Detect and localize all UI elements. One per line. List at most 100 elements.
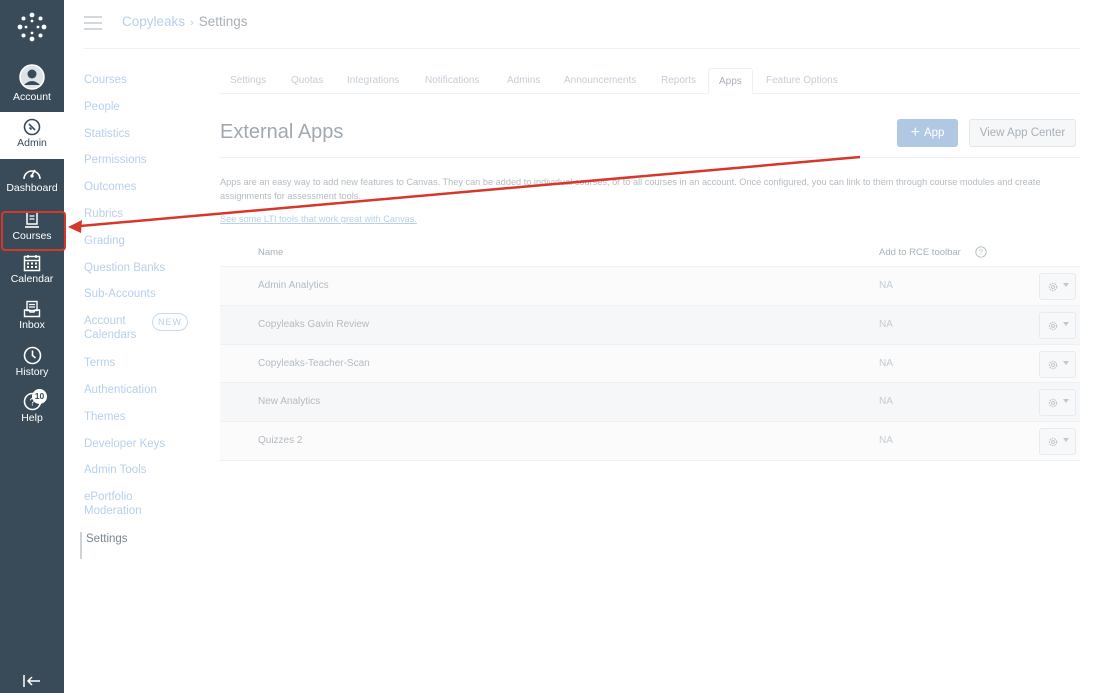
nav-history-label: History <box>15 366 49 378</box>
nav-admin[interactable]: Admin <box>0 112 64 159</box>
app-name: Copyleaks-Teacher-Scan <box>258 357 370 369</box>
header-divider <box>84 48 1080 49</box>
add-app-button[interactable]: + App <box>897 119 958 147</box>
tab-admins[interactable]: Admins <box>497 68 550 94</box>
table-row: Copyleaks-Teacher-Scan NA <box>220 344 1080 384</box>
chevron-down-icon <box>1063 360 1069 365</box>
tab-feature-options[interactable]: Feature Options <box>756 68 848 94</box>
nav-calendar[interactable]: Calendar <box>0 254 64 285</box>
table-header: Name Add to RCE toolbar ? <box>220 238 1080 267</box>
app-name: Admin Analytics <box>258 280 329 291</box>
breadcrumb-current: Settings <box>198 14 248 29</box>
app-name: Quizzes 2 <box>258 435 303 447</box>
app-settings-menu-button[interactable] <box>1039 350 1076 378</box>
nav-history[interactable]: History <box>0 346 64 378</box>
nav-dashboard-label: Dashboard <box>6 182 58 194</box>
nav-help[interactable]: ? 10 Help <box>0 389 64 424</box>
nav-courses-label: Courses <box>12 230 52 242</box>
table-body: Admin Analytics NA Copyleaks Gavin Review N… <box>220 267 1080 461</box>
nav-courses[interactable]: Courses <box>0 211 64 242</box>
tab-notifications[interactable]: Notifications <box>415 68 489 94</box>
title-divider <box>220 157 1080 158</box>
nav-calendar-label: Calendar <box>10 273 54 285</box>
table-row: Copyleaks Gavin Review NA <box>220 305 1080 345</box>
plus-icon: + <box>910 124 920 141</box>
app-name: Copyleaks Gavin Review <box>258 318 370 330</box>
subnav-courses[interactable]: Courses <box>84 73 196 100</box>
view-app-center-button[interactable]: View App Center <box>969 119 1076 147</box>
subnav-developer-keys[interactable]: Developer Keys <box>84 437 196 464</box>
apps-description: Apps are an easy way to add new features… <box>220 177 1041 201</box>
subnav-eportfolio-moderation[interactable]: ePortfolio Moderation <box>84 490 196 532</box>
canvas-logo[interactable] <box>17 12 47 42</box>
tab-apps[interactable]: Apps <box>708 68 753 94</box>
page-title: External Apps <box>220 121 344 143</box>
subnav-authentication[interactable]: Authentication <box>84 383 196 410</box>
rce-status: NA <box>879 396 893 408</box>
book-icon <box>25 211 39 228</box>
subnav-sub-accounts[interactable]: Sub-Accounts <box>84 287 196 314</box>
rce-status: NA <box>879 318 893 330</box>
subnav-terms[interactable]: Terms <box>84 356 196 383</box>
menu-toggle-icon[interactable] <box>84 16 102 30</box>
nav-account[interactable]: Account <box>0 64 64 103</box>
nav-admin-label: Admin <box>17 137 47 149</box>
chevron-down-icon <box>1063 321 1069 326</box>
dashboard-icon <box>23 169 41 180</box>
new-badge: NEW <box>152 313 188 332</box>
subnav-account-calendars-label: Account Calendars <box>84 315 137 342</box>
col-header-rce: Add to RCE toolbar <box>879 247 961 258</box>
breadcrumb: Copyleaks › Settings <box>122 14 247 29</box>
app-settings-menu-button[interactable] <box>1039 428 1076 456</box>
gear-icon <box>1048 437 1058 447</box>
tab-reports[interactable]: Reports <box>651 68 706 94</box>
app-settings-menu-button[interactable] <box>1039 389 1076 417</box>
add-app-label: App <box>923 127 945 139</box>
app-settings-menu-button[interactable] <box>1039 311 1076 339</box>
collapse-nav-icon[interactable] <box>22 673 42 689</box>
app-settings-menu-button[interactable] <box>1039 273 1076 300</box>
col-header-name: Name <box>258 247 284 258</box>
gear-icon <box>1048 360 1058 369</box>
subnav-grading[interactable]: Grading <box>84 234 196 261</box>
account-subnav: Courses People Statistics Permissions Ou… <box>80 73 196 559</box>
subnav-admin-tools[interactable]: Admin Tools <box>84 463 196 490</box>
subnav-settings[interactable]: Settings <box>80 532 196 559</box>
calendar-icon <box>23 255 41 272</box>
subnav-statistics[interactable]: Statistics <box>84 127 196 154</box>
nav-help-label: Help <box>21 412 43 424</box>
chevron-down-icon <box>1063 438 1069 443</box>
tab-announcements[interactable]: Announcements <box>554 68 646 94</box>
subnav-eportfolio-label: ePortfolio Moderation <box>84 491 142 518</box>
gear-icon <box>1048 321 1058 331</box>
gear-icon <box>1048 282 1058 292</box>
external-apps-table: Name Add to RCE toolbar ? Admin Analytic… <box>220 238 1080 461</box>
lti-tools-link[interactable]: See some LTI tools that work great with … <box>220 214 417 224</box>
subnav-account-calendars[interactable]: Account Calendars NEW <box>84 313 196 356</box>
help-count-badge: 10 <box>32 389 47 404</box>
chevron-down-icon <box>1063 399 1069 404</box>
subnav-themes[interactable]: Themes <box>84 410 196 437</box>
breadcrumb-account-link[interactable]: Copyleaks <box>122 14 185 29</box>
nav-inbox[interactable]: Inbox <box>0 300 64 331</box>
table-row: Admin Analytics NA <box>220 267 1080 306</box>
user-avatar-icon <box>19 64 45 90</box>
subnav-people[interactable]: People <box>84 100 196 127</box>
subnav-outcomes[interactable]: Outcomes <box>84 180 196 207</box>
subnav-question-banks[interactable]: Question Banks <box>84 261 196 288</box>
tab-integrations[interactable]: Integrations <box>337 68 409 94</box>
tab-quotas[interactable]: Quotas <box>281 68 333 94</box>
nav-account-label: Account <box>13 91 51 103</box>
tab-settings[interactable]: Settings <box>220 68 276 94</box>
rce-status: NA <box>879 435 893 447</box>
svg-text:?: ? <box>979 248 983 257</box>
question-circle-icon[interactable]: ? <box>975 246 987 258</box>
global-nav: Account Admin Dashboard Courses Calendar… <box>0 0 64 693</box>
subnav-rubrics[interactable]: Rubrics <box>84 207 196 234</box>
app-name: New Analytics <box>258 396 321 408</box>
subnav-permissions[interactable]: Permissions <box>84 153 196 180</box>
settings-tabs: Settings Quotas Integrations Notificatio… <box>220 68 1080 94</box>
nav-dashboard[interactable]: Dashboard <box>0 165 64 194</box>
nav-inbox-label: Inbox <box>19 319 45 331</box>
shield-icon <box>23 118 41 136</box>
